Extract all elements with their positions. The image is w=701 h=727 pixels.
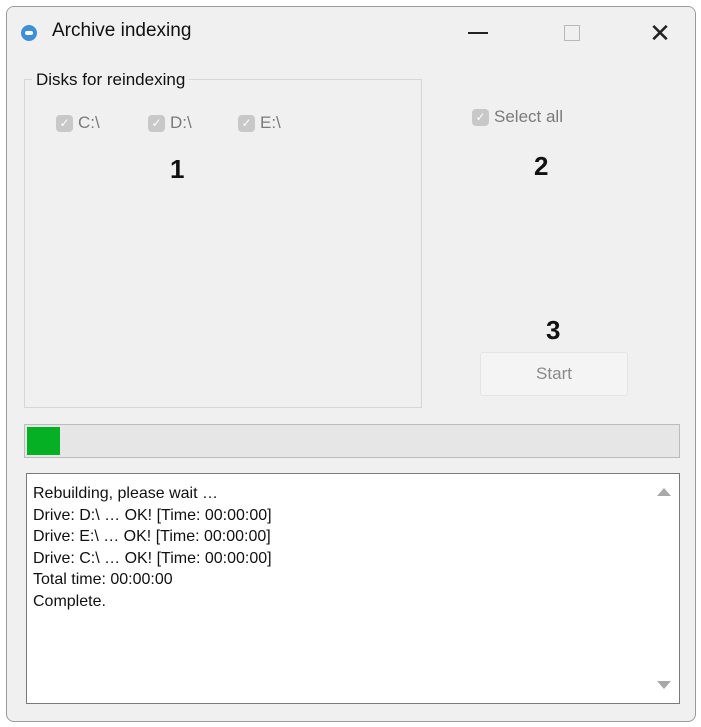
title-bar[interactable]: Archive indexing ✕ (7, 7, 695, 59)
app-icon (21, 25, 37, 41)
log-output[interactable]: Rebuilding, please wait … Drive: D:\ … O… (26, 473, 680, 704)
checkmark-icon: ✓ (472, 108, 489, 126)
callout-2: 2 (534, 151, 549, 181)
scroll-up-icon[interactable] (657, 488, 671, 496)
close-button[interactable]: ✕ (637, 15, 683, 51)
window-title: Archive indexing (52, 20, 192, 41)
log-line: Drive: E:\ … OK! [Time: 00:00:00] (33, 528, 271, 545)
minimize-button[interactable] (455, 15, 501, 51)
log-scrollbar[interactable] (649, 474, 679, 703)
checkmark-icon: ✓ (56, 114, 73, 132)
checkmark-icon: ✓ (238, 114, 255, 132)
disk-checkbox-label: C:\ (78, 113, 100, 132)
close-icon: ✕ (649, 17, 671, 48)
callout-1: 1 (170, 154, 185, 184)
callout-3: 3 (546, 315, 561, 345)
log-lines: Rebuilding, please wait … Drive: D:\ … O… (33, 483, 272, 612)
progress-bar (24, 424, 680, 458)
disks-group-label: Disks for reindexing (32, 70, 190, 90)
select-all-checkbox[interactable]: ✓ Select all (472, 107, 563, 127)
log-line: Total time: 00:00:00 (33, 571, 173, 588)
maximize-icon (564, 25, 580, 41)
log-line: Rebuilding, please wait … (33, 485, 218, 502)
log-line: Drive: C:\ … OK! [Time: 00:00:00] (33, 549, 272, 567)
select-all-label: Select all (494, 107, 563, 126)
disk-checkbox-c[interactable]: ✓ C:\ (56, 113, 100, 133)
start-button[interactable]: Start (480, 352, 628, 396)
progress-fill (27, 427, 60, 455)
log-line: Drive: D:\ … OK! [Time: 00:00:00] (33, 506, 272, 524)
disk-checkbox-e[interactable]: ✓ E:\ (238, 113, 281, 133)
disk-checkbox-label: D:\ (170, 113, 192, 132)
maximize-button[interactable] (549, 15, 595, 51)
disk-checkbox-label: E:\ (260, 113, 281, 132)
checkmark-icon: ✓ (148, 114, 165, 132)
disk-checkbox-d[interactable]: ✓ D:\ (148, 113, 192, 133)
log-line: Complete. (33, 592, 106, 610)
scroll-down-icon[interactable] (657, 681, 671, 689)
minimize-icon (468, 32, 488, 34)
